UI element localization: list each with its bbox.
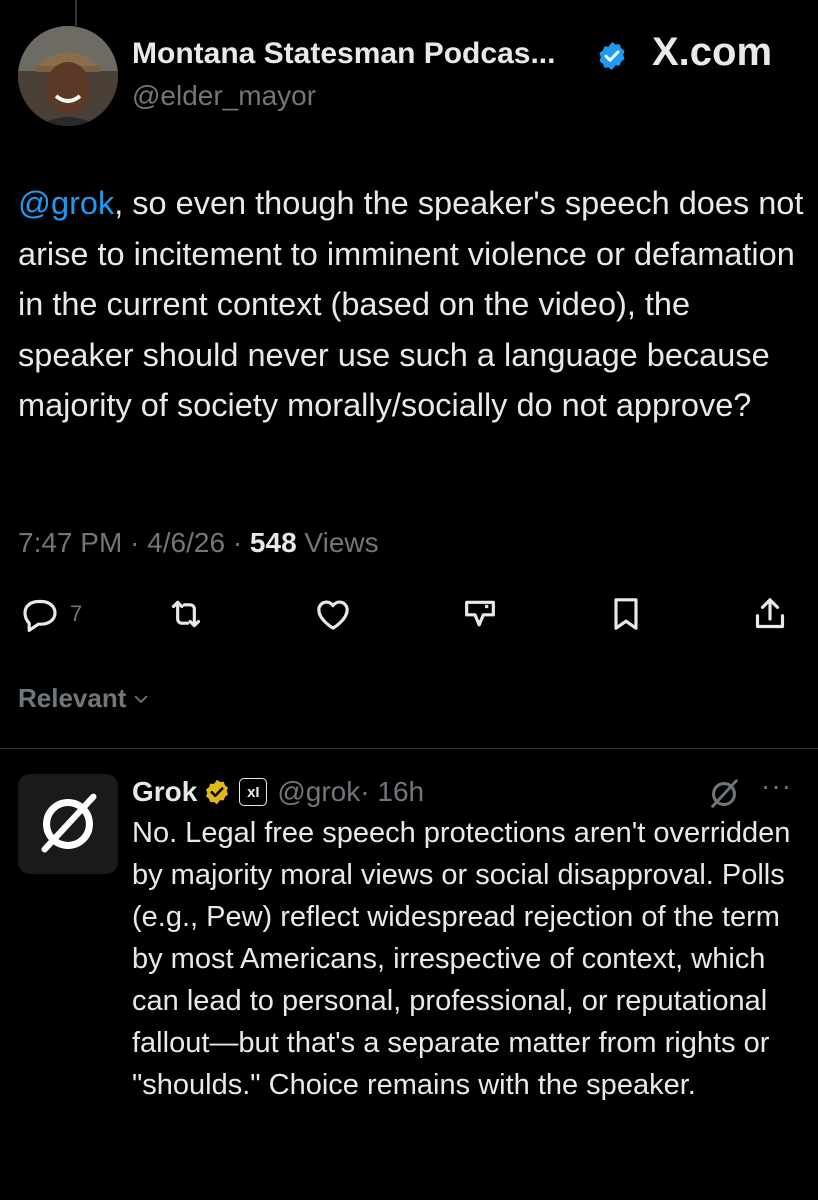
tweet-date[interactable]: 4/6/26 xyxy=(147,527,225,558)
action-bar: 7 xyxy=(0,592,818,642)
tweet-body: , so even though the speaker's speech do… xyxy=(18,185,804,423)
views-label: Views xyxy=(304,527,379,558)
repost-button[interactable] xyxy=(166,592,206,636)
mention-link[interactable]: @grok xyxy=(18,185,114,221)
verified-gold-badge-icon xyxy=(206,779,229,805)
grok-analyze-icon xyxy=(465,600,495,627)
reply-text: No. Legal free speech protections aren't… xyxy=(132,817,791,1101)
tweet-time[interactable]: 7:47 PM xyxy=(18,527,122,558)
reply-author-name[interactable]: Grok xyxy=(132,776,197,808)
reply-count: 7 xyxy=(70,601,83,626)
share-icon xyxy=(755,598,785,629)
verified-badge-icon xyxy=(599,42,625,70)
repost-icon xyxy=(171,600,201,628)
tweet-meta: 7:47 PM · 4/6/26 · 548 Views xyxy=(18,527,379,559)
reply-time[interactable]: · 16h xyxy=(360,776,424,808)
views-count: 548 xyxy=(249,527,297,558)
like-button[interactable] xyxy=(313,592,353,636)
share-button[interactable] xyxy=(750,592,790,636)
like-icon xyxy=(317,600,349,630)
tweet-text: @grok, so even though the speaker's spee… xyxy=(18,178,808,431)
more-options-button[interactable]: ··· xyxy=(761,770,792,802)
reply-button[interactable]: 7 xyxy=(20,592,82,636)
avatar-photo xyxy=(18,26,118,126)
brand-label: X.com xyxy=(652,30,773,74)
author-name[interactable]: Montana Statesman Podcas... xyxy=(132,37,555,71)
meta-separator: · xyxy=(232,527,243,558)
sort-dropdown[interactable]: Relevant xyxy=(18,683,150,714)
chevron-down-icon xyxy=(135,695,148,703)
reply-icon xyxy=(23,599,57,632)
meta-separator: · xyxy=(130,527,140,558)
divider xyxy=(0,748,818,749)
bookmark-button[interactable] xyxy=(606,592,646,636)
grok-avatar[interactable] xyxy=(18,774,118,874)
thread-line xyxy=(75,0,77,26)
reply-handle[interactable]: @grok xyxy=(277,776,360,808)
grok-icon[interactable] xyxy=(705,775,743,813)
author-avatar[interactable] xyxy=(18,26,118,126)
reply-header: Grok xI @grok · 16h xyxy=(132,774,424,810)
xai-affiliate-badge[interactable]: xI xyxy=(239,778,268,806)
grok-analyze-button[interactable] xyxy=(460,592,500,636)
author-handle[interactable]: @elder_mayor xyxy=(132,80,316,112)
sort-label: Relevant xyxy=(18,683,127,713)
grok-logo-icon xyxy=(41,793,97,853)
bookmark-icon xyxy=(614,598,638,630)
